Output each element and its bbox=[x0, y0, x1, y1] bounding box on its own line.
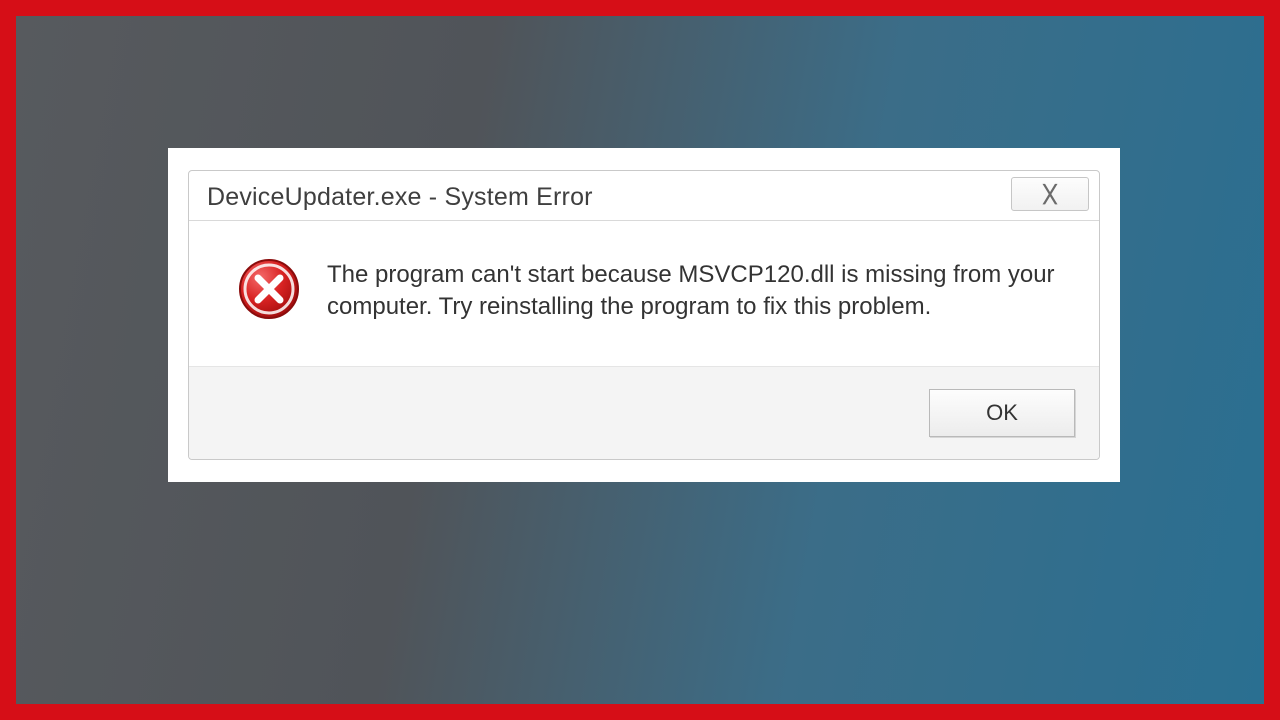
dialog-titlebar[interactable]: DeviceUpdater.exe - System Error ╳ bbox=[189, 171, 1099, 220]
ok-button[interactable]: OK bbox=[929, 389, 1075, 437]
error-dialog-window: DeviceUpdater.exe - System Error ╳ bbox=[168, 148, 1120, 482]
error-icon bbox=[237, 257, 301, 321]
dialog-body: The program can't start because MSVCP120… bbox=[189, 220, 1099, 366]
close-button[interactable]: ╳ bbox=[1011, 177, 1089, 211]
close-icon: ╳ bbox=[1044, 183, 1056, 204]
error-dialog: DeviceUpdater.exe - System Error ╳ bbox=[188, 170, 1100, 460]
dialog-footer: OK bbox=[189, 366, 1099, 459]
dialog-title: DeviceUpdater.exe - System Error bbox=[207, 183, 593, 212]
error-message: The program can't start because MSVCP120… bbox=[327, 257, 1067, 324]
